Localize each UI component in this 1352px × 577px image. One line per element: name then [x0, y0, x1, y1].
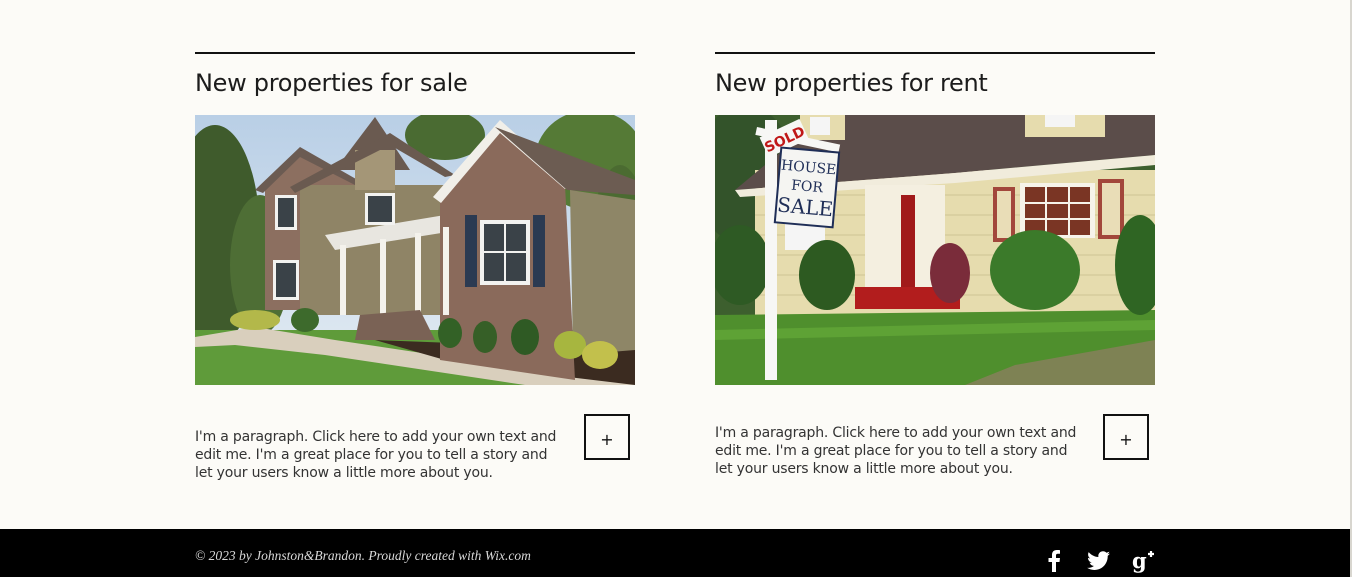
section-title: New properties for rent: [715, 69, 988, 97]
site-footer: © 2023 by Johnston&Brandon. Proudly crea…: [0, 529, 1350, 577]
page: New properties for sale I'm a paragraph.…: [0, 0, 1350, 577]
section-paragraph[interactable]: I'm a paragraph. Click here to add your …: [715, 424, 1080, 478]
card-for-rent: New properties for rent SOLD HOUSE FOR S…: [715, 52, 1155, 477]
twitter-icon[interactable]: [1086, 547, 1112, 573]
copyright-text: © 2023 by Johnston&Brandon. Proudly crea…: [195, 548, 531, 563]
house-for-sale-photo: [195, 115, 635, 385]
house-for-rent-photo: SOLD HOUSE FOR SALE: [715, 115, 1155, 385]
divider: [195, 52, 635, 54]
sign-text-line3: SALE: [776, 192, 834, 221]
more-button[interactable]: +: [1103, 414, 1149, 460]
card-for-sale: New properties for sale I'm a paragraph.…: [195, 52, 635, 481]
facebook-icon[interactable]: [1041, 547, 1067, 573]
more-button[interactable]: +: [584, 414, 630, 460]
section-paragraph[interactable]: I'm a paragraph. Click here to add your …: [195, 428, 560, 482]
divider: [715, 52, 1155, 54]
google-plus-icon[interactable]: g: [1131, 547, 1157, 573]
section-title: New properties for sale: [195, 69, 468, 97]
svg-text:g: g: [1132, 548, 1147, 573]
